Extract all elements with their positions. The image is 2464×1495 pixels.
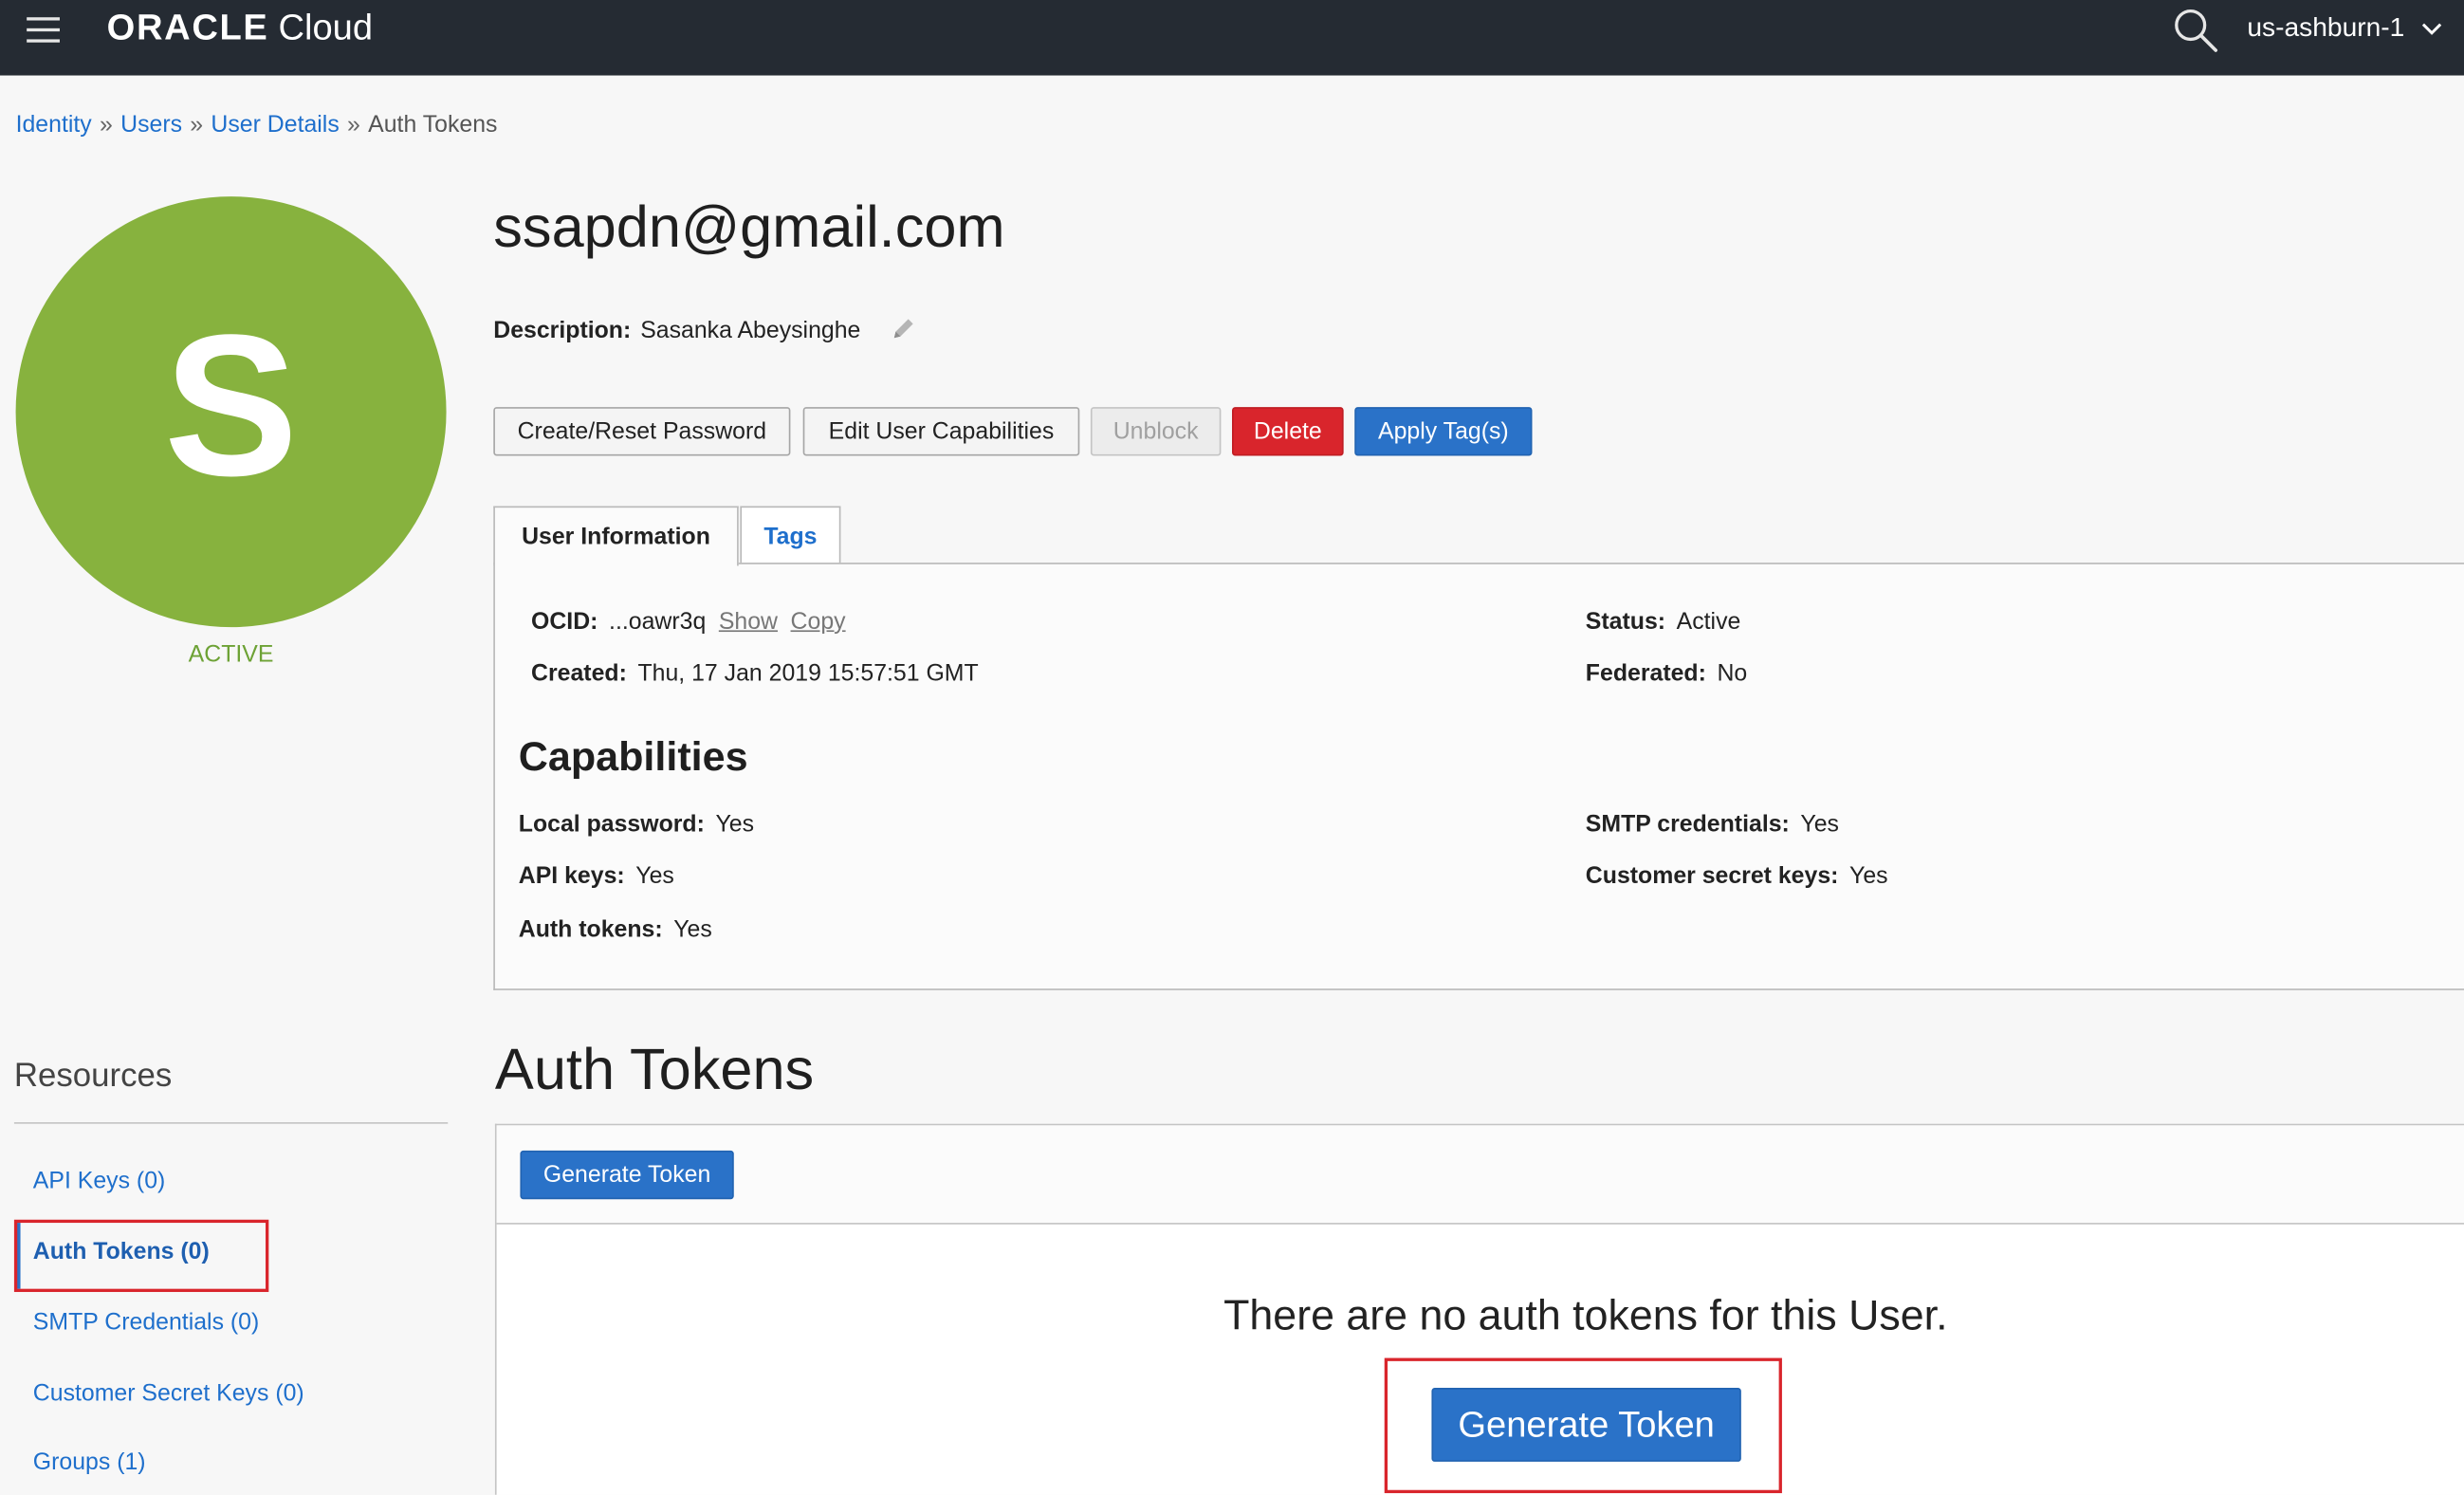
ocid-copy-link[interactable]: Copy	[791, 608, 846, 635]
created-row: Created: Thu, 17 Jan 2019 15:57:51 GMT	[531, 660, 979, 687]
region-label: us-ashburn-1	[2247, 12, 2405, 43]
breadcrumb-identity[interactable]: Identity	[16, 112, 92, 138]
description-value: Sasanka Abeysinghe	[640, 317, 861, 344]
local-password-value: Yes	[715, 810, 755, 839]
table-toolbar	[496, 1125, 2464, 1225]
auth-tokens-title: Auth Tokens	[494, 1037, 815, 1102]
smtp-credentials-value: Yes	[1800, 810, 1839, 839]
chevron-down-icon	[2421, 12, 2442, 44]
api-keys-row: API keys: Yes	[519, 863, 674, 890]
description-label: Description:	[493, 317, 632, 344]
apply-tags-button[interactable]: Apply Tag(s)	[1354, 407, 1533, 456]
status-label: Status:	[1585, 608, 1666, 636]
federated-row: Federated: No	[1586, 660, 1747, 687]
tab-user-information[interactable]: User Information	[493, 506, 739, 566]
federated-label: Federated:	[1585, 659, 1706, 688]
breadcrumb-users[interactable]: Users	[120, 112, 182, 138]
oracle-cloud-logo[interactable]: ORACLE Cloud	[107, 7, 373, 49]
empty-message: There are no auth tokens for this User.	[1223, 1291, 1948, 1339]
divider	[13, 1122, 449, 1124]
logo-brand: ORACLE	[106, 6, 269, 47]
local-password-label: Local password:	[518, 810, 705, 839]
generate-token-button[interactable]: Generate Token	[520, 1150, 734, 1200]
api-keys-value: Yes	[635, 862, 674, 890]
created-value: Thu, 17 Jan 2019 15:57:51 GMT	[637, 659, 979, 688]
status-value: Active	[1676, 608, 1741, 636]
empty-state: There are no auth tokens for this User.	[1220, 1292, 1952, 1340]
customer-secret-keys-label: Customer secret keys:	[1585, 862, 1839, 890]
avatar-status: ACTIVE	[188, 641, 274, 669]
create-reset-password-button[interactable]: Create/Reset Password	[493, 407, 791, 456]
capabilities-title: Capabilities	[518, 732, 748, 780]
auth-tokens-row: Auth tokens: Yes	[519, 916, 712, 943]
page-title: ssapdn@gmail.com	[493, 194, 1005, 260]
federated-value: No	[1717, 659, 1748, 688]
avatar-letter: S	[163, 293, 299, 519]
auth-tokens-value: Yes	[673, 915, 712, 944]
delete-button[interactable]: Delete	[1232, 407, 1344, 456]
api-keys-label: API keys:	[518, 862, 625, 890]
ocid-row: OCID: ...oawr3q Show Copy	[531, 608, 846, 635]
local-password-row: Local password: Yes	[519, 811, 754, 838]
ocid-label: OCID:	[531, 608, 598, 636]
logo-product: Cloud	[278, 6, 374, 47]
breadcrumb-separator: »	[100, 111, 113, 138]
edit-user-capabilities-button[interactable]: Edit User Capabilities	[802, 407, 1080, 456]
created-label: Created:	[531, 659, 627, 688]
customer-secret-keys-value: Yes	[1849, 862, 1888, 890]
region-selector[interactable]: us-ashburn-1	[2247, 12, 2442, 44]
auth-tokens-label: Auth tokens:	[518, 915, 663, 944]
breadcrumb-current: Auth Tokens	[368, 111, 498, 138]
top-bar: ORACLE Cloud us-ashburn-1	[0, 0, 2464, 76]
hamburger-icon[interactable]	[27, 16, 61, 45]
ocid-show-link[interactable]: Show	[719, 608, 778, 635]
resource-customer-secret-keys[interactable]: Customer Secret Keys (0)	[33, 1380, 304, 1407]
resource-api-keys[interactable]: API Keys (0)	[33, 1168, 166, 1194]
description: Description: Sasanka Abeysinghe	[493, 314, 917, 348]
resource-smtp-credentials[interactable]: SMTP Credentials (0)	[33, 1309, 259, 1336]
unblock-button[interactable]: Unblock	[1090, 407, 1222, 456]
smtp-credentials-label: SMTP credentials:	[1585, 810, 1790, 839]
resources-title: Resources	[13, 1058, 173, 1095]
tab-tags[interactable]: Tags	[740, 506, 841, 564]
smtp-credentials-row: SMTP credentials: Yes	[1586, 811, 1839, 838]
page: ORACLE Cloud us-ashburn-1 Identity » Users »…	[0, 0, 2464, 1495]
highlight-box	[13, 1219, 269, 1292]
status-row: Status: Active	[1586, 608, 1741, 635]
search-icon[interactable]	[2172, 7, 2219, 54]
pencil-icon[interactable]	[889, 314, 917, 348]
breadcrumb-user-details[interactable]: User Details	[211, 112, 339, 138]
ocid-value: ...oawr3q	[609, 608, 707, 636]
avatar: S	[15, 196, 447, 628]
resource-groups[interactable]: Groups (1)	[33, 1449, 146, 1476]
breadcrumb-separator: »	[190, 111, 204, 138]
highlight-box	[1384, 1357, 1782, 1494]
breadcrumb-separator: »	[347, 111, 360, 138]
customer-secret-keys-row: Customer secret keys: Yes	[1586, 863, 1888, 890]
breadcrumb: Identity » Users » User Details » Auth Tokens	[16, 112, 498, 138]
